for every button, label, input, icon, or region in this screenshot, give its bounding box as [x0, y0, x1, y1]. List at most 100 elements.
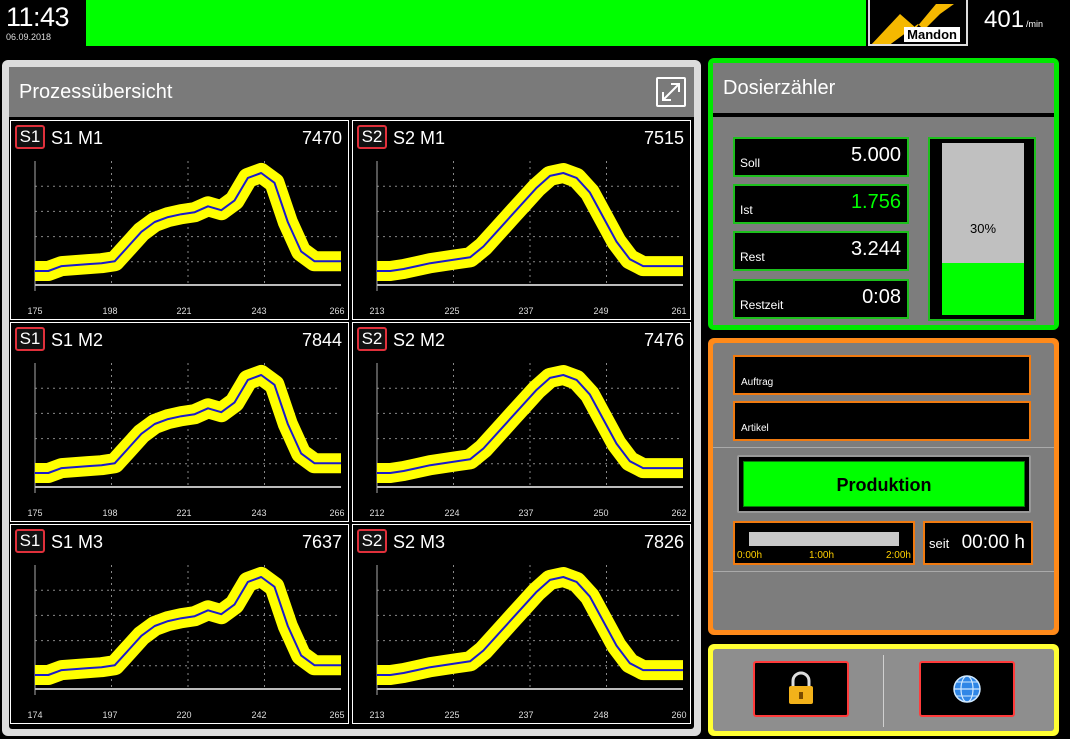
since-field: seit 00:00 h	[923, 521, 1033, 565]
article-label: Artikel	[741, 423, 769, 434]
chart-title: S2 M3	[393, 532, 446, 552]
divider	[713, 447, 1054, 448]
chart-title: S2 M2	[393, 330, 446, 350]
dosing-counter-title: Dosierzähler	[723, 77, 836, 99]
chart-value: 7826	[643, 532, 684, 552]
x-tick-label: 213	[369, 710, 385, 720]
x-tick-label: 213	[369, 306, 385, 316]
article-field[interactable]: Artikel	[733, 401, 1031, 441]
process-chart-cell[interactable]: S1 S1 M1 7470 175 198 221 243 266	[10, 120, 349, 320]
time-tick-2: 2:00h	[885, 550, 911, 561]
dosing-progress-fill	[942, 263, 1024, 315]
x-tick-label: 248	[593, 710, 609, 720]
station-badge: S1	[15, 529, 45, 553]
chart-title: S1 M2	[51, 330, 104, 350]
ist-value: 1.756	[850, 191, 901, 213]
action-button-panel	[708, 644, 1059, 736]
x-tick-label: 212	[369, 508, 385, 518]
production-status-button[interactable]: Produktion	[737, 455, 1031, 513]
process-chart-cell[interactable]: S1 S1 M3 7637 174 197 220 242 265	[10, 524, 349, 724]
station-badge: S2	[357, 327, 387, 351]
action-button-inner	[713, 649, 1054, 731]
globe-icon	[953, 675, 981, 703]
x-tick-label: 221	[176, 306, 192, 316]
process-chart-cell[interactable]: S2 S2 M2 7476 212 224 237 250 262	[352, 322, 691, 522]
soll-label: Soll	[740, 156, 761, 170]
x-tick-label: 242	[251, 710, 267, 720]
chart-title: S2 M1	[393, 128, 446, 148]
time-tick-0: 0:00h	[737, 550, 763, 561]
x-tick-label: 225	[444, 306, 460, 316]
process-overview-header: Prozessübersicht	[9, 67, 694, 119]
machine-speed: 401/min	[984, 6, 1043, 34]
dosing-counter-body: Soll 5.000 Ist 1.756 Rest 3.244 Restzeit…	[713, 117, 1054, 325]
x-tick-label: 260	[671, 710, 687, 720]
x-tick-label: 225	[444, 710, 460, 720]
x-tick-label: 237	[518, 710, 534, 720]
production-time-track	[749, 532, 899, 546]
order-field[interactable]: Auftrag	[733, 355, 1031, 395]
process-overview-panel: Prozessübersicht S1 S1 M1 7470 175 198 221 243…	[2, 60, 701, 736]
x-tick-label: 174	[27, 710, 43, 720]
process-overview-inner: Prozessübersicht S1 S1 M1 7470 175 198 221 243…	[9, 67, 694, 729]
dosing-counter-panel: Dosierzähler Soll 5.000 Ist 1.756 Rest 3…	[708, 58, 1059, 330]
chart-title: S1 M3	[51, 532, 104, 552]
x-tick-label: 266	[329, 306, 345, 316]
process-chart-cell[interactable]: S2 S2 M3 7826 213 225 237 248 260	[352, 524, 691, 724]
production-panel: Auftrag Artikel Produktion 0:00h 1:00h 2…	[708, 338, 1059, 635]
expand-icon[interactable]	[656, 77, 686, 107]
machine-status-strip	[86, 0, 866, 46]
tolerance-band	[35, 567, 341, 685]
process-chart-plot	[34, 363, 341, 493]
rest-value: 3.244	[850, 238, 901, 260]
station-badge: S1	[15, 327, 45, 351]
logo-text: Mandon	[904, 27, 960, 42]
x-tick-label: 243	[251, 508, 267, 518]
process-chart-grid: S1 S1 M1 7470 175 198 221 243 266 S2 S2 M1 7515 213…	[10, 120, 694, 727]
x-tick-label: 197	[102, 710, 118, 720]
order-label: Auftrag	[741, 377, 774, 388]
production-inner: Auftrag Artikel Produktion 0:00h 1:00h 2…	[713, 343, 1054, 630]
process-chart-plot	[376, 565, 683, 695]
ist-label: Ist	[740, 203, 753, 217]
ist-field: Ist 1.756	[733, 184, 909, 224]
station-badge: S2	[357, 125, 387, 149]
soll-field: Soll 5.000	[733, 137, 909, 177]
chart-value: 7844	[301, 330, 342, 350]
x-tick-label: 266	[329, 508, 345, 518]
process-chart-plot	[34, 565, 341, 695]
speed-unit: /min	[1026, 19, 1044, 29]
production-time-bar: 0:00h 1:00h 2:00h	[733, 521, 915, 565]
dosing-counter-inner: Dosierzähler Soll 5.000 Ist 1.756 Rest 3…	[713, 63, 1054, 325]
button-divider	[883, 655, 884, 727]
language-button[interactable]	[919, 661, 1015, 717]
x-tick-label: 175	[27, 306, 43, 316]
chart-value: 7470	[301, 128, 342, 148]
top-bar: 11:43 06.09.2018 Mandon 401/min	[0, 0, 1070, 48]
x-tick-label: 237	[518, 306, 534, 316]
x-tick-label: 243	[251, 306, 267, 316]
process-chart-plot	[376, 161, 683, 291]
soll-value: 5.000	[850, 144, 901, 166]
x-tick-label: 262	[671, 508, 687, 518]
lock-button[interactable]	[753, 661, 849, 717]
tolerance-band	[35, 163, 341, 281]
process-chart-plot	[376, 363, 683, 493]
expand-arrows-icon	[662, 83, 680, 101]
x-tick-label: 224	[444, 508, 460, 518]
x-tick-label: 198	[102, 508, 118, 518]
since-value: 00:00 h	[961, 532, 1025, 553]
restzeit-label: Restzeit	[740, 298, 784, 312]
station-badge: S1	[15, 125, 45, 149]
x-tick-label: 237	[518, 508, 534, 518]
station-badge: S2	[357, 529, 387, 553]
x-tick-label: 175	[27, 508, 43, 518]
time-tick-1: 1:00h	[809, 550, 835, 561]
company-logo: Mandon	[868, 0, 968, 46]
chart-value: 7637	[301, 532, 342, 552]
speed-value: 401	[984, 6, 1025, 33]
process-chart-cell[interactable]: S2 S2 M1 7515 213 225 237 249 261	[352, 120, 691, 320]
process-chart-cell[interactable]: S1 S1 M2 7844 175 198 221 243 266	[10, 322, 349, 522]
x-tick-label: 221	[176, 508, 192, 518]
x-tick-label: 261	[671, 306, 687, 316]
